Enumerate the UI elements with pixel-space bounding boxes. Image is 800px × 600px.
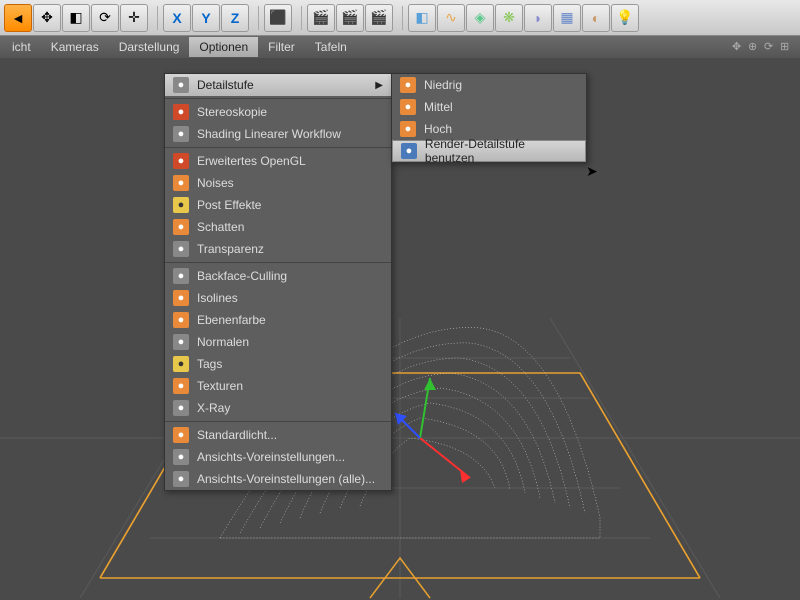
scale-tool-icon[interactable]: ◧ xyxy=(62,4,90,32)
menu-item-normalen[interactable]: ●Normalen xyxy=(165,331,391,353)
primitive-cube-icon[interactable]: ◧ xyxy=(408,4,436,32)
render-icon[interactable]: 🎬 xyxy=(307,4,335,32)
spline-icon[interactable]: ∿ xyxy=(437,4,465,32)
environment-icon[interactable]: ◗ xyxy=(524,4,552,32)
deformer-icon[interactable]: ❋ xyxy=(495,4,523,32)
move-tool-icon[interactable]: ✥ xyxy=(33,4,61,32)
z-axis-icon[interactable]: Z xyxy=(221,4,249,32)
menu-kameras[interactable]: Kameras xyxy=(41,37,109,57)
nav-max-icon[interactable]: ⊞ xyxy=(780,40,794,54)
menu-item-erweitertes-opengl[interactable]: ●Erweitertes OpenGL xyxy=(165,150,391,172)
menu-item-ansichts-voreinstellungen-alle-[interactable]: ●Ansichts-Voreinstellungen (alle)... xyxy=(165,468,391,490)
menu-item-tags[interactable]: ●Tags xyxy=(165,353,391,375)
menu-item-shading-linearer-workflow[interactable]: ●Shading Linearer Workflow xyxy=(165,123,391,145)
nav-rotate-icon[interactable]: ⟳ xyxy=(764,40,778,54)
menu-darstellung[interactable]: Darstellung xyxy=(109,37,190,57)
menu-item-detailstufe[interactable]: ●Detailstufe▶ xyxy=(165,74,391,96)
menu-item-transparenz[interactable]: ●Transparenz xyxy=(165,238,391,260)
submenu-item-mittel[interactable]: ●Mittel xyxy=(392,96,586,118)
tool-group-primitives: ◧ ∿ ◈ ❋ ◗ ▦ ◐ 💡 xyxy=(408,4,639,32)
menu-item-ansichts-voreinstellungen-[interactable]: ●Ansichts-Voreinstellungen... xyxy=(165,446,391,468)
menu-item-noises[interactable]: ●Noises xyxy=(165,172,391,194)
menu-item-standardlicht-[interactable]: ●Standardlicht... xyxy=(165,424,391,446)
select-tool-icon[interactable]: ◄ xyxy=(4,4,32,32)
menu-item-ebenenfarbe[interactable]: ●Ebenenfarbe xyxy=(165,309,391,331)
floor-icon[interactable]: ◐ xyxy=(582,4,610,32)
light-icon[interactable]: 💡 xyxy=(611,4,639,32)
render-settings-icon[interactable]: 🎬 xyxy=(365,4,393,32)
menu-item-stereoskopie[interactable]: ●Stereoskopie xyxy=(165,101,391,123)
menu-filter[interactable]: Filter xyxy=(258,37,305,57)
camera-icon[interactable]: ▦ xyxy=(553,4,581,32)
submenu-item-niedrig[interactable]: ●Niedrig xyxy=(392,74,586,96)
nav-zoom-icon[interactable]: ⊕ xyxy=(748,40,762,54)
nav-move-icon[interactable]: ✥ xyxy=(732,40,746,54)
tool-group-render: 🎬 🎬 🎬 xyxy=(307,4,393,32)
cube-icon[interactable]: ⬛ xyxy=(264,4,292,32)
menu-item-isolines[interactable]: ●Isolines xyxy=(165,287,391,309)
x-axis-icon[interactable]: X xyxy=(163,4,191,32)
generator-icon[interactable]: ◈ xyxy=(466,4,494,32)
menu-optionen[interactable]: Optionen xyxy=(189,37,258,57)
render-region-icon[interactable]: 🎬 xyxy=(336,4,364,32)
menu-tafeln[interactable]: Tafeln xyxy=(305,37,357,57)
detailstufe-submenu: ●Niedrig●Mittel●Hoch●Render-Detailstufe … xyxy=(391,73,587,163)
menu-item-texturen[interactable]: ●Texturen xyxy=(165,375,391,397)
optionen-dropdown: ●Detailstufe▶ ●Stereoskopie●Shading Linea… xyxy=(164,73,392,491)
viewport-nav-icons: ✥ ⊕ ⟳ ⊞ xyxy=(732,40,794,54)
menu-item-backface-culling[interactable]: ●Backface-Culling xyxy=(165,265,391,287)
submenu-item-render-detailstufe-benutzen[interactable]: ●Render-Detailstufe benutzen xyxy=(392,140,586,162)
menu-item-x-ray[interactable]: ●X-Ray xyxy=(165,397,391,419)
menu-ansicht[interactable]: icht xyxy=(2,37,41,57)
pan-tool-icon[interactable]: ✛ xyxy=(120,4,148,32)
rotate-tool-icon[interactable]: ⟳ xyxy=(91,4,119,32)
tool-group-transform: ◄ ✥ ◧ ⟳ ✛ xyxy=(4,4,148,32)
menu-item-schatten[interactable]: ●Schatten xyxy=(165,216,391,238)
menu-item-post-effekte[interactable]: ●Post Effekte xyxy=(165,194,391,216)
y-axis-icon[interactable]: Y xyxy=(192,4,220,32)
main-toolbar: ◄ ✥ ◧ ⟳ ✛ X Y Z ⬛ 🎬 🎬 🎬 ◧ ∿ ◈ ❋ ◗ ▦ ◐ 💡 xyxy=(0,0,800,36)
tool-group-axis: X Y Z xyxy=(163,4,249,32)
viewport-menubar: icht Kameras Darstellung Optionen Filter… xyxy=(0,36,800,58)
